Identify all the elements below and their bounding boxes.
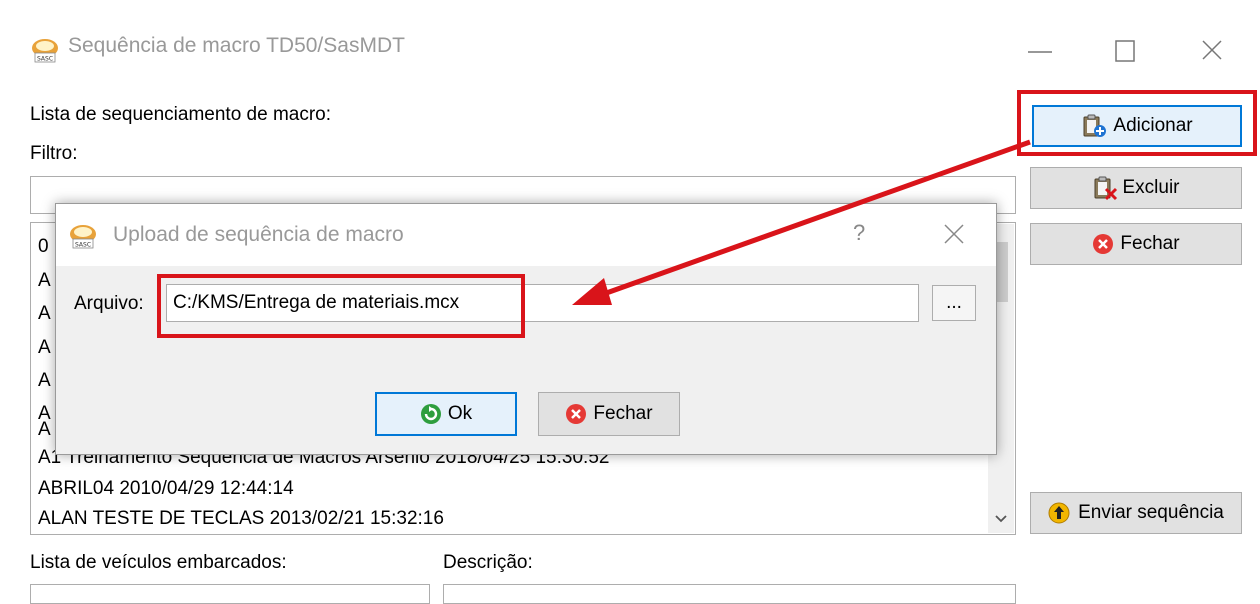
send-sequence-label: Enviar sequência: [1078, 502, 1224, 523]
description-field[interactable]: [443, 584, 1016, 604]
scroll-down-icon[interactable]: [988, 507, 1014, 531]
ok-circle-icon: [420, 403, 442, 425]
ok-button-label: Ok: [447, 403, 473, 424]
dialog-close-label: Fechar: [593, 403, 653, 424]
clipboard-delete-icon: [1092, 175, 1118, 201]
svg-text:SASC: SASC: [37, 56, 53, 63]
list-item[interactable]: 0: [38, 236, 49, 258]
vehicles-label: Lista de veículos embarcados:: [30, 552, 287, 573]
list-item[interactable]: ABRIL04 2010/04/29 12:44:14: [38, 478, 294, 500]
close-button[interactable]: Fechar: [1030, 223, 1242, 265]
dialog-title: Upload de sequência de macro: [113, 223, 404, 246]
list-item[interactable]: ALAN TESTE DE TECLAS 2013/02/21 15:32:16: [38, 508, 444, 530]
maximize-icon[interactable]: [1105, 30, 1145, 70]
dialog-app-icon: SASC: [68, 222, 98, 250]
close-button-label: Fechar: [1120, 233, 1180, 254]
close-icon[interactable]: [1192, 30, 1232, 70]
macro-list-label: Lista de sequenciamento de macro:: [30, 104, 332, 125]
list-item[interactable]: A: [38, 270, 51, 292]
list-item[interactable]: A: [38, 370, 51, 392]
list-item[interactable]: A: [38, 303, 51, 325]
app-icon: SASC: [30, 36, 60, 64]
description-label: Descrição:: [443, 552, 533, 573]
list-item[interactable]: A: [38, 419, 51, 441]
list-item[interactable]: A: [38, 337, 51, 359]
send-sequence-button[interactable]: Enviar sequência: [1030, 492, 1242, 534]
dialog-close-icon[interactable]: [936, 216, 972, 252]
vehicles-list[interactable]: [30, 584, 430, 604]
browse-button[interactable]: ...: [932, 285, 976, 321]
minimize-icon[interactable]: [1020, 30, 1060, 70]
window-title: Sequência de macro TD50/SasMDT: [68, 34, 405, 57]
filter-label: Filtro:: [30, 143, 78, 164]
highlight-add-button: [1017, 90, 1257, 156]
delete-button[interactable]: Excluir: [1030, 167, 1242, 209]
close-circle-icon: [565, 403, 587, 425]
highlight-file-path: [157, 274, 525, 338]
close-circle-icon: [1092, 233, 1114, 255]
dialog-close-button[interactable]: Fechar: [538, 392, 680, 436]
svg-text:SASC: SASC: [75, 242, 91, 249]
arrow-up-icon: [1048, 502, 1070, 524]
delete-button-label: Excluir: [1122, 177, 1180, 198]
help-button[interactable]: ?: [853, 220, 865, 246]
ok-button[interactable]: Ok: [375, 392, 517, 436]
file-label: Arquivo:: [74, 293, 144, 314]
